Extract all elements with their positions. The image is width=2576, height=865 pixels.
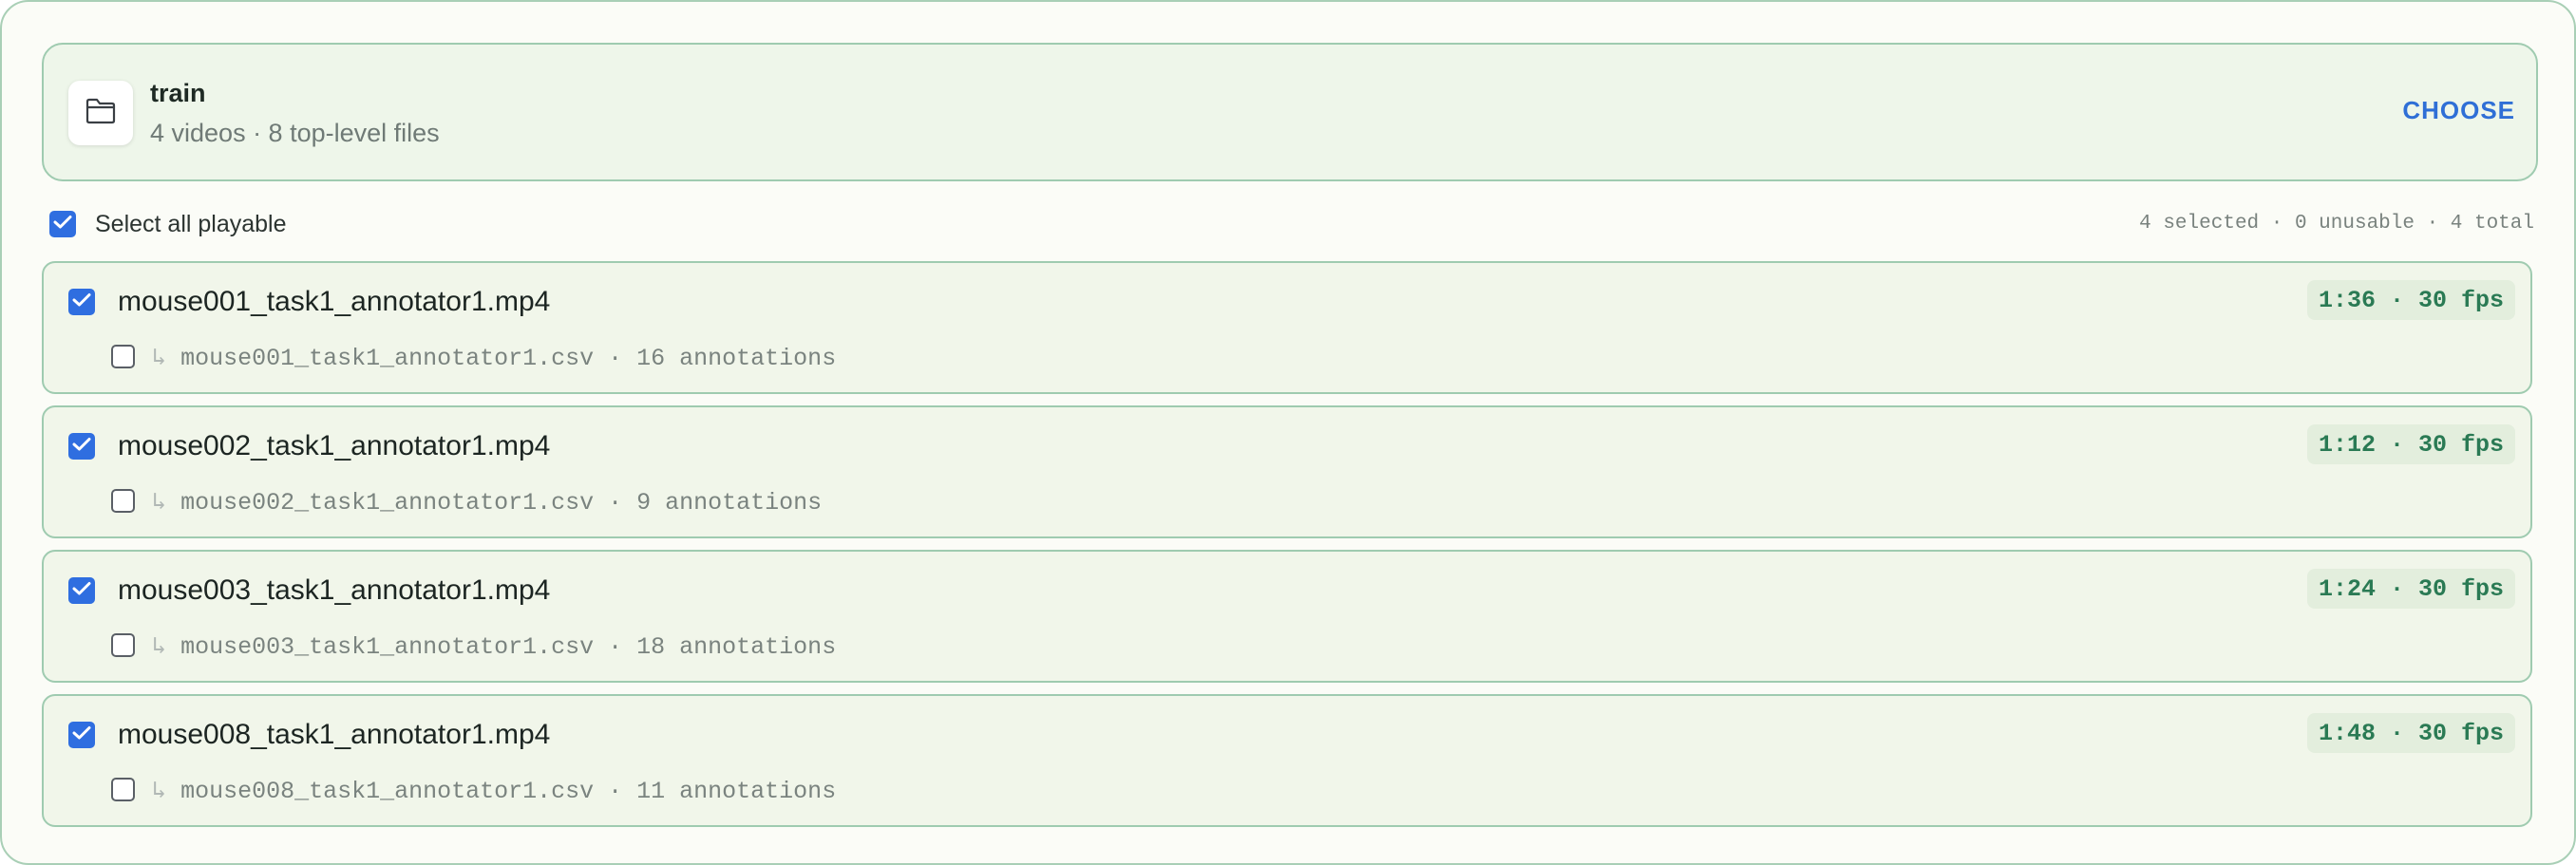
video-row: mouse002_task1_annotator1.mp4 1:12 · 30 … (42, 405, 2532, 538)
sub-item-arrow-icon: ↳ (152, 489, 167, 517)
annotation-file-label: mouse001_task1_annotator1.csv · 16 annot… (180, 345, 837, 372)
video-checkbox[interactable] (68, 289, 95, 315)
duration-fps-badge: 1:12 · 30 fps (2306, 424, 2515, 464)
annotation-file-label: mouse003_task1_annotator1.csv · 18 annot… (180, 633, 837, 661)
folder-meta: 4 videos · 8 top-level files (150, 119, 440, 147)
choose-button[interactable]: CHOOSE (2402, 96, 2515, 125)
duration-fps-badge: 1:48 · 30 fps (2306, 713, 2515, 753)
annotation-file-label: mouse008_task1_annotator1.csv · 11 annot… (180, 778, 837, 805)
select-all-label: Select all playable (95, 211, 287, 237)
annotation-checkbox[interactable] (111, 778, 135, 801)
video-filename: mouse003_task1_annotator1.mp4 (118, 574, 551, 606)
check-icon (53, 215, 72, 235)
video-checkbox[interactable] (68, 722, 95, 748)
video-row: mouse008_task1_annotator1.mp4 1:48 · 30 … (42, 694, 2532, 827)
annotation-checkbox[interactable] (111, 489, 135, 513)
folder-icon (85, 98, 116, 129)
video-filename: mouse001_task1_annotator1.mp4 (118, 286, 551, 317)
folder-name: train (150, 79, 206, 107)
duration-fps-badge: 1:36 · 30 fps (2306, 280, 2515, 320)
sub-item-arrow-icon: ↳ (152, 778, 167, 805)
sub-item-arrow-icon: ↳ (152, 345, 167, 372)
annotation-file: ↳ mouse003_task1_annotator1.csv · 18 ann… (152, 631, 836, 661)
folder-icon-box (68, 81, 133, 145)
video-filename: mouse002_task1_annotator1.mp4 (118, 430, 551, 461)
selection-summary: 4 selected · 0 unusable · 4 total (2139, 213, 2534, 235)
video-row: mouse003_task1_annotator1.mp4 1:24 · 30 … (42, 550, 2532, 683)
check-icon (72, 725, 91, 745)
check-icon (72, 292, 91, 312)
video-checkbox[interactable] (68, 433, 95, 460)
check-icon (72, 581, 91, 601)
annotation-file-label: mouse002_task1_annotator1.csv · 9 annota… (180, 489, 823, 517)
annotation-file: ↳ mouse008_task1_annotator1.csv · 11 ann… (152, 776, 836, 805)
folder-card: train 4 videos · 8 top-level files CHOOS… (42, 43, 2538, 181)
video-checkbox[interactable] (68, 577, 95, 604)
select-all-checkbox[interactable] (49, 211, 76, 237)
annotation-file: ↳ mouse002_task1_annotator1.csv · 9 anno… (152, 487, 822, 517)
duration-fps-badge: 1:24 · 30 fps (2306, 569, 2515, 609)
sub-item-arrow-icon: ↳ (152, 633, 167, 661)
video-row: mouse001_task1_annotator1.mp4 1:36 · 30 … (42, 261, 2532, 394)
annotation-checkbox[interactable] (111, 633, 135, 657)
annotation-file: ↳ mouse001_task1_annotator1.csv · 16 ann… (152, 343, 836, 372)
video-filename: mouse008_task1_annotator1.mp4 (118, 719, 551, 750)
check-icon (72, 437, 91, 457)
annotation-checkbox[interactable] (111, 345, 135, 368)
file-picker-panel: train 4 videos · 8 top-level files CHOOS… (0, 0, 2576, 865)
